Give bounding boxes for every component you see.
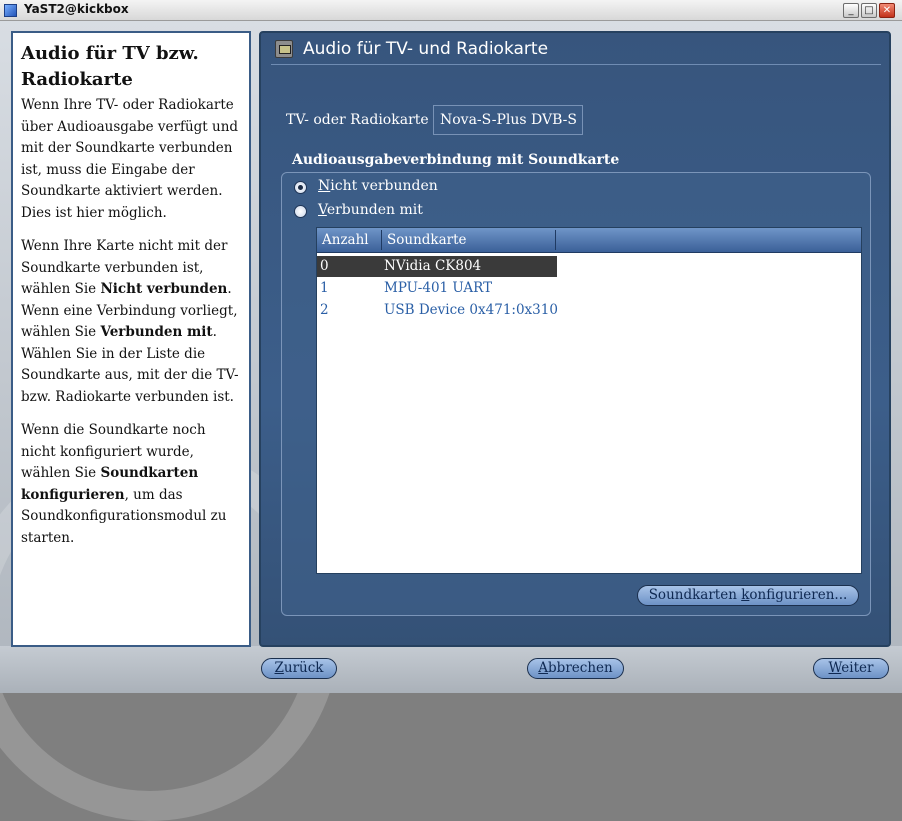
tv-card-label: TV- oder Radiokarte bbox=[286, 112, 429, 128]
help-paragraph-3: Wenn die Soundkarte noch nicht konfiguri… bbox=[21, 422, 227, 546]
column-header-count[interactable]: Anzahl bbox=[322, 232, 369, 248]
radio-unchecked-icon[interactable] bbox=[294, 205, 307, 218]
button-bar bbox=[0, 646, 902, 693]
table-row[interactable]: 2 USB Device 0x471:0x310 bbox=[317, 300, 558, 321]
back-button[interactable]: Zurück bbox=[261, 658, 337, 679]
radio-not-connected-label: Nicht verbunden bbox=[318, 178, 438, 194]
audio-connection-group-title: Audioausgabeverbindung mit Soundkarte bbox=[292, 152, 620, 168]
table-row[interactable]: 0 NVidia CK804 bbox=[317, 256, 557, 277]
help-paragraph-1: Wenn Ihre TV- oder Radiokarte über Audio… bbox=[21, 97, 239, 221]
maximize-button[interactable]: □ bbox=[861, 3, 877, 18]
row-soundcard: MPU-401 UART bbox=[384, 280, 493, 296]
title-bar: YaST2@kickbox _ □ ✕ bbox=[0, 0, 902, 21]
help-heading: Audio für TV bzw. Radiokarte bbox=[21, 43, 199, 90]
row-soundcard: USB Device 0x471:0x310 bbox=[384, 302, 558, 318]
radio-checked-icon[interactable] bbox=[294, 181, 307, 194]
row-count: 0 bbox=[320, 258, 329, 274]
audio-connection-group: Nicht verbunden Verbunden mit Anzahl Sou… bbox=[281, 172, 871, 616]
table-header: Anzahl Soundkarte bbox=[317, 228, 861, 253]
table-row[interactable]: 1 MPU-401 UART bbox=[317, 278, 557, 299]
dialog-panel: Audio für TV- und Radiokarte TV- oder Ra… bbox=[259, 31, 891, 647]
dialog-title: Audio für TV- und Radiokarte bbox=[303, 39, 549, 59]
column-separator[interactable] bbox=[555, 230, 556, 250]
dialog-header: Audio für TV- und Radiokarte bbox=[271, 37, 881, 65]
yast-app-icon bbox=[4, 4, 17, 17]
yast-window: Audio für TV bzw. Radiokarte Wenn Ihre T… bbox=[0, 21, 902, 821]
row-count: 2 bbox=[320, 302, 329, 318]
window-title: YaST2@kickbox bbox=[24, 2, 129, 16]
tv-card-selector[interactable]: Nova-S-Plus DVB-S bbox=[433, 105, 583, 135]
configure-soundcards-button[interactable]: Soundkarten konfigurieren... bbox=[637, 585, 859, 606]
row-count: 1 bbox=[320, 280, 329, 296]
column-separator[interactable] bbox=[381, 230, 382, 250]
minimize-button[interactable]: _ bbox=[843, 3, 859, 18]
next-button[interactable]: Weiter bbox=[813, 658, 889, 679]
column-header-soundcard[interactable]: Soundkarte bbox=[387, 232, 467, 248]
cancel-button[interactable]: Abbrechen bbox=[527, 658, 624, 679]
tv-card-icon bbox=[275, 40, 293, 58]
soundcard-table[interactable]: Anzahl Soundkarte 0 NVidia CK804 1 MPU-4… bbox=[316, 227, 862, 574]
help-panel: Audio für TV bzw. Radiokarte Wenn Ihre T… bbox=[11, 31, 251, 647]
row-soundcard: NVidia CK804 bbox=[384, 258, 482, 274]
help-paragraph-2: Wenn Ihre Karte nicht mit der Soundkarte… bbox=[21, 238, 239, 405]
close-button[interactable]: ✕ bbox=[879, 3, 895, 18]
radio-connected-with-label: Verbunden mit bbox=[318, 202, 423, 218]
